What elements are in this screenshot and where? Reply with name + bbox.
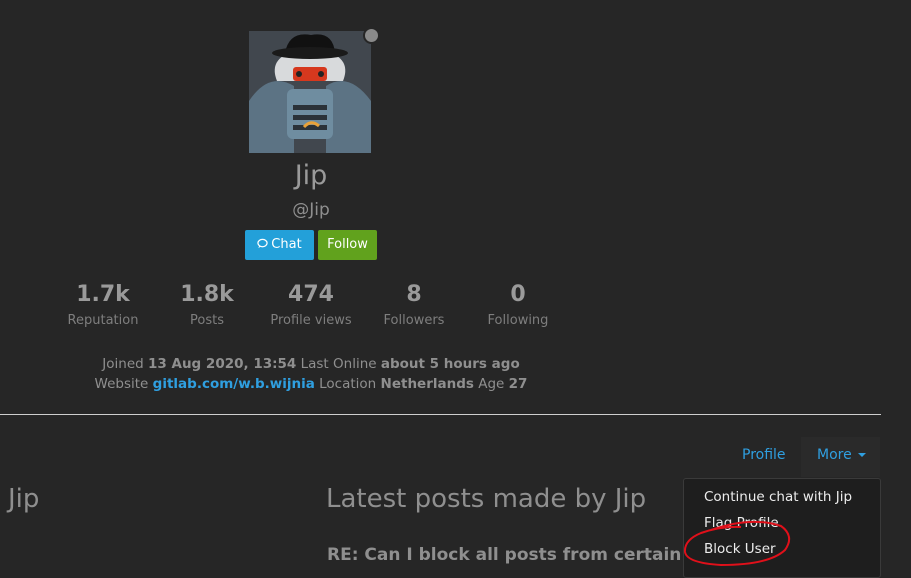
stat-label: Following	[487, 313, 549, 328]
menu-item-continue-chat[interactable]: Continue chat with Jip	[704, 489, 852, 505]
profile-handle: @Jip	[292, 200, 330, 220]
latest-posts-heading: Latest posts made by Jip	[326, 484, 647, 514]
avatar-image	[249, 31, 371, 153]
info-line-joined: Joined 13 Aug 2020, 13:54 Last Online ab…	[0, 356, 622, 372]
stat-profile-views: 474 Profile views	[256, 282, 366, 328]
chat-button[interactable]: Chat	[245, 230, 314, 260]
joined-value: 13 Aug 2020, 13:54	[148, 356, 297, 372]
stat-value: 1.7k	[76, 282, 130, 307]
stat-label: Reputation	[67, 313, 139, 328]
tab-profile[interactable]: Profile	[742, 447, 786, 463]
age-label: Age	[478, 376, 505, 392]
last-online-label: Last Online	[300, 356, 377, 372]
info-line-website: Website gitlab.com/w.b.wijnia Location N…	[0, 376, 622, 392]
stat-value: 0	[510, 282, 526, 307]
stat-followers[interactable]: 8 Followers	[359, 282, 469, 328]
stat-following[interactable]: 0 Following	[463, 282, 573, 328]
chat-button-label: Chat	[271, 237, 302, 252]
more-menu-toggle[interactable]: More	[817, 447, 866, 463]
age-value: 27	[508, 376, 528, 392]
menu-item-block-user[interactable]: Block User	[704, 541, 776, 557]
sidebar-title: Jip	[8, 484, 40, 514]
profile-name: Jip	[294, 160, 328, 191]
divider	[0, 414, 881, 415]
location-label: Location	[319, 376, 377, 392]
avatar[interactable]	[249, 31, 371, 153]
last-online-value: about 5 hours ago	[380, 356, 520, 372]
status-indicator	[363, 27, 380, 44]
stat-posts: 1.8k Posts	[152, 282, 262, 328]
more-dropdown-menu: Continue chat with Jip Flag Profile Bloc…	[683, 478, 881, 578]
more-label: More	[817, 447, 852, 463]
stat-label: Followers	[383, 313, 445, 328]
follow-button[interactable]: Follow	[318, 230, 377, 260]
caret-down-icon	[857, 453, 866, 457]
stat-value: 1.8k	[180, 282, 234, 307]
website-link[interactable]: gitlab.com/w.b.wijnia	[153, 376, 315, 392]
location-value: Netherlands	[380, 376, 474, 392]
chat-bubble-icon	[257, 238, 269, 249]
stat-value: 474	[288, 282, 334, 307]
stat-value: 8	[406, 282, 422, 307]
website-label: Website	[94, 376, 149, 392]
stat-label: Profile views	[270, 313, 352, 328]
post-title-link[interactable]: RE: Can I block all posts from certain u…	[327, 545, 687, 565]
joined-label: Joined	[102, 356, 144, 372]
menu-item-flag-profile[interactable]: Flag Profile	[704, 515, 779, 531]
stat-reputation: 1.7k Reputation	[48, 282, 158, 328]
stat-label: Posts	[190, 313, 224, 328]
